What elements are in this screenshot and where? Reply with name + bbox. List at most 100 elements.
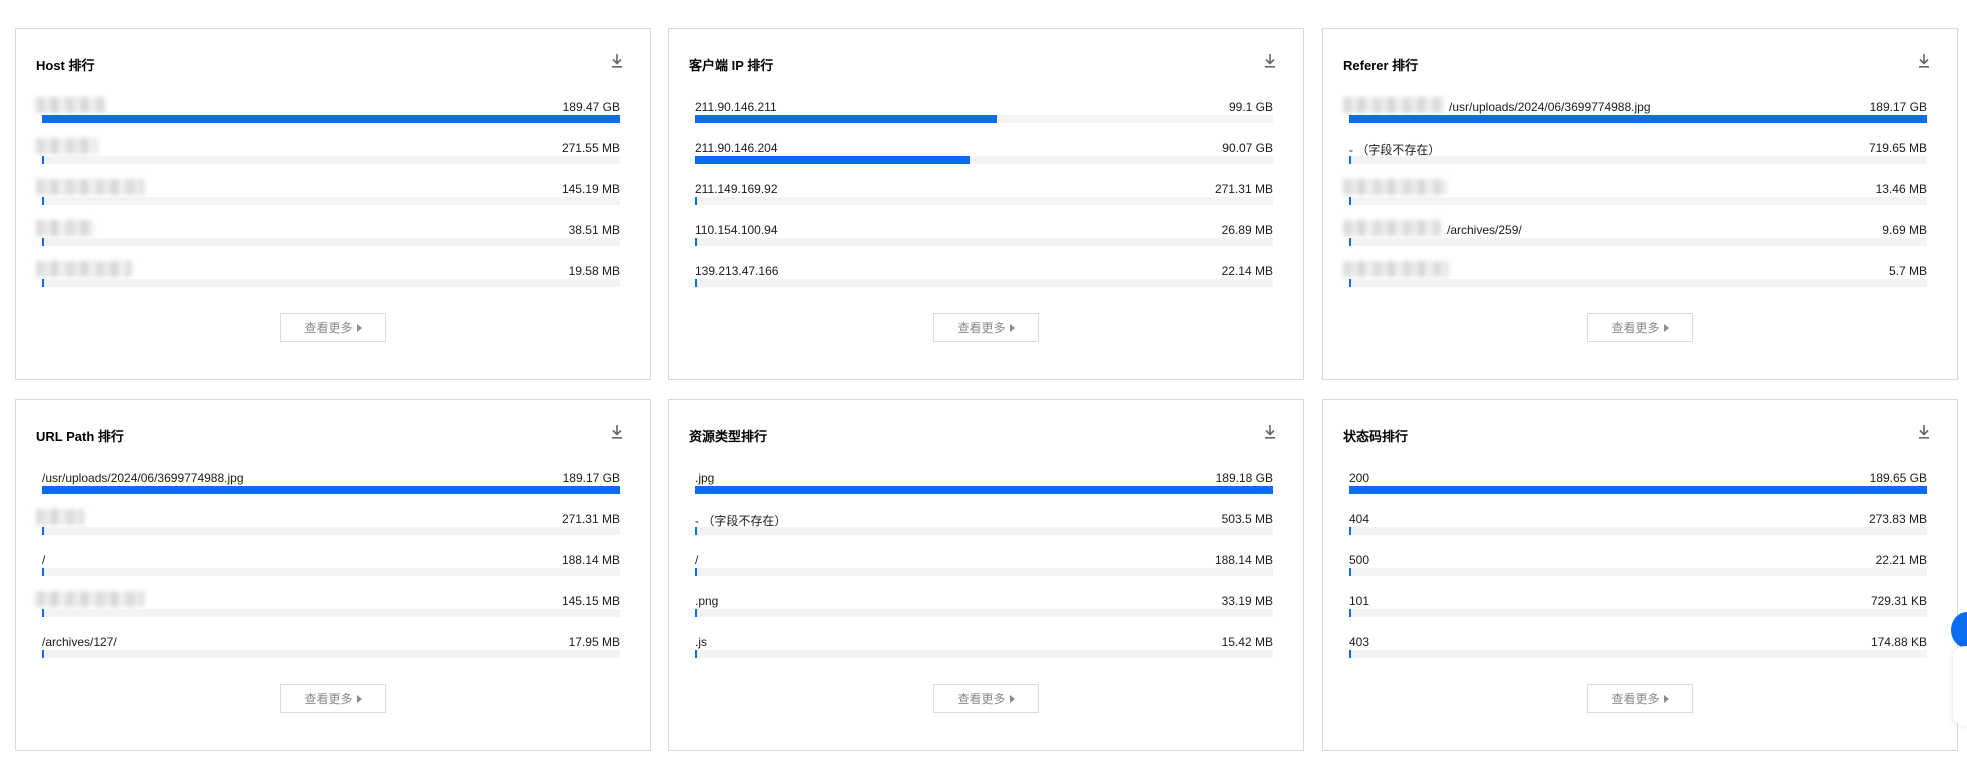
bar-track [1349,115,1927,123]
bar-fill [695,650,698,658]
bar-track [695,650,1273,658]
row-value: 22.14 MB [1221,264,1273,278]
row-value: 271.55 MB [561,141,620,155]
panel-title: Host 排行 [36,58,95,73]
ranking-row: 145.15 MB [36,591,620,632]
view-more-button[interactable]: 查看更多 [1587,313,1693,342]
bar-fill [695,279,698,287]
ranking-row: .js 15.42 MB [689,632,1273,673]
bar-fill [42,156,45,164]
ranking-row: 211.90.146.211 99.1 GB [689,97,1273,138]
ranking-row: 101 729.31 KB [1343,591,1927,632]
bar-fill [1349,650,1352,658]
row-label: 211.90.146.211 [695,100,777,114]
bar-fill [1349,486,1927,494]
bar-fill [695,238,698,246]
bar-fill [695,486,1273,494]
row-value: 15.42 MB [1221,635,1273,649]
download-icon[interactable] [1917,53,1931,69]
ranking-row: 403 174.88 KB [1343,632,1927,673]
view-more-label: 查看更多 [1611,692,1660,706]
row-label: 500 [1349,553,1370,567]
row-value: 188.14 MB [561,553,620,567]
view-more-button[interactable]: 查看更多 [933,684,1039,713]
row-value: 5.7 MB [1888,264,1927,278]
ranking-panel: 客户端 IP 排行 211.90.146.211 99.1 GB 211.90.146… [668,28,1304,380]
ranking-list: 211.90.146.211 99.1 GB 211.90.146.204 90.07… [689,97,1273,302]
ranking-row: 211.149.169.92 271.31 MB [689,179,1273,220]
ranking-row: 211.90.146.204 90.07 GB [689,138,1273,179]
view-more-button[interactable]: 查看更多 [933,313,1039,342]
download-icon[interactable] [610,53,624,69]
panel-title: URL Path 排行 [36,429,124,444]
ranking-row: 404 273.83 MB [1343,509,1927,550]
bar-track [1349,527,1927,535]
row-label: /usr/uploads/2024/06/3699774988.jpg [42,471,244,485]
ranking-row: / 188.14 MB [36,550,620,591]
ranking-panel: 状态码排行 200 189.65 GB 404 273.83 MB 500 22.21 MB… [1322,399,1958,751]
view-more-button[interactable]: 查看更多 [280,313,386,342]
bar-track [695,197,1273,205]
redacted-label [1343,179,1447,195]
caret-right-icon [1663,323,1669,332]
panel-title: 客户端 IP 排行 [689,58,774,73]
ranking-row: .png 33.19 MB [689,591,1273,632]
download-icon[interactable] [1263,424,1277,440]
view-more-button[interactable]: 查看更多 [280,684,386,713]
bar-fill [42,197,45,205]
ranking-list: 189.47 GB 271.55 MB 145.19 MB 38.51 MB 19.58… [36,97,620,302]
row-value: 13.46 MB [1875,182,1927,196]
ranking-row: 500 22.21 MB [1343,550,1927,591]
row-value: 503.5 MB [1221,512,1273,526]
ranking-panel: Host 排行 189.47 GB 271.55 MB 145.19 MB 38.51 … [15,28,651,380]
ranking-row: 38.51 MB [36,220,620,261]
row-value: 38.51 MB [568,223,620,237]
floating-toolbar[interactable] [1953,646,1967,726]
ranking-panel: URL Path 排行/usr/uploads/2024/06/36997749… [15,399,651,751]
ranking-row: .jpg 189.18 GB [689,468,1273,509]
row-label: 101 [1349,594,1370,608]
row-label: / [695,553,699,567]
bar-track [42,527,620,535]
bar-fill [42,486,620,494]
bar-fill [1349,279,1352,287]
view-more-label: 查看更多 [304,692,353,706]
ranking-list: 200 189.65 GB 404 273.83 MB 500 22.21 MB 101 72… [1343,468,1927,673]
bar-track [42,279,620,287]
row-value: 145.15 MB [561,594,620,608]
row-value: 9.69 MB [1882,223,1927,237]
redacted-label [1343,97,1443,113]
bar-track [695,568,1273,576]
bar-fill [42,650,45,658]
caret-right-icon [1009,694,1015,703]
row-value: 271.31 MB [1214,182,1273,196]
ranking-row: 19.58 MB [36,261,620,302]
row-label: .jpg [695,471,715,485]
redacted-label [36,97,106,113]
bar-fill [695,527,698,535]
ranking-row: 189.47 GB [36,97,620,138]
ranking-row: /archives/259/9.69 MB [1343,220,1927,261]
view-more-button[interactable]: 查看更多 [1587,684,1693,713]
row-label: 403 [1349,635,1370,649]
ranking-row: 110.154.100.94 26.89 MB [689,220,1273,261]
redacted-label [1343,220,1441,236]
download-icon[interactable] [1263,53,1277,69]
row-value: 188.14 MB [1214,553,1273,567]
row-label: / [42,553,46,567]
bar-track [1349,238,1927,246]
bar-track [1349,279,1927,287]
bar-track [695,527,1273,535]
caret-right-icon [1663,694,1669,703]
bar-track [695,238,1273,246]
ranking-row: /archives/127/17.95 MB [36,632,620,673]
download-icon[interactable] [1917,424,1931,440]
row-label: .js [695,635,707,649]
caret-right-icon [356,323,362,332]
ranking-list: /usr/uploads/2024/06/3699774988.jpg 189.1… [36,468,620,673]
ranking-row: 145.19 MB [36,179,620,220]
download-icon[interactable] [610,424,624,440]
ranking-row: 271.55 MB [36,138,620,179]
ranking-row: /usr/uploads/2024/06/3699774988.jpg 189.1… [1343,97,1927,138]
bar-fill [42,609,45,617]
